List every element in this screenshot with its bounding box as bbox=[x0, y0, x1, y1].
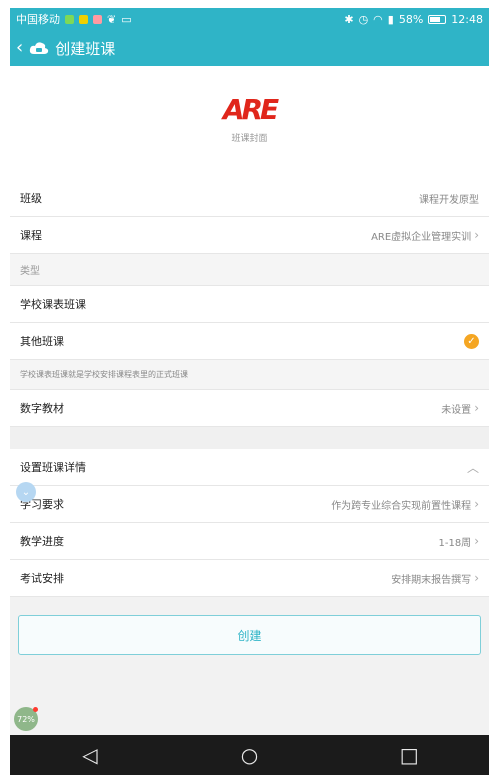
course-row[interactable]: 课程 ARE虚拟企业管理实训 › bbox=[10, 217, 489, 254]
study-requirement-row[interactable]: 学习要求 作为跨专业综合实现前置性课程 › bbox=[10, 486, 489, 523]
teaching-progress-label: 教学进度 bbox=[20, 535, 64, 548]
study-requirement-value: 作为跨专业综合实现前置性课程 bbox=[331, 500, 472, 512]
details-header: 设置班课详情 bbox=[20, 461, 86, 474]
chevron-right-icon: › bbox=[474, 497, 479, 511]
type-note: 学校课表班课就是学校安排课程表里的正式班课 bbox=[10, 360, 489, 390]
type-section-header: 类型 bbox=[10, 254, 489, 286]
teaching-progress-value: 1-18周 bbox=[438, 537, 472, 549]
wifi-icon: ◠ bbox=[373, 12, 383, 26]
bird-notification-icon: ❦ bbox=[107, 12, 117, 26]
page-title: 创建班课 bbox=[55, 39, 116, 58]
type-option-label: 学校课表班课 bbox=[20, 298, 86, 311]
battery-icon bbox=[428, 14, 447, 24]
textbook-value: 未设置 bbox=[441, 404, 472, 416]
class-label: 班级 bbox=[20, 192, 42, 205]
red-dot-icon bbox=[33, 707, 38, 712]
system-nav-bar: ◁ ○ □ bbox=[10, 735, 489, 775]
back-chevron-icon[interactable]: ‹ bbox=[16, 39, 23, 57]
check-icon: ✓ bbox=[464, 333, 479, 349]
app-frame: 中国移动 ❦ ▭ ✱ ◷ ◠ ▮ 58% 12:48 ‹ 创建班课 ARE 班课… bbox=[10, 8, 489, 775]
class-cover[interactable]: ARE 班课封面 bbox=[10, 66, 489, 180]
wechat-notification-icon bbox=[65, 14, 74, 24]
textbook-row[interactable]: 数字教材 未设置 › bbox=[10, 390, 489, 427]
alarm-icon: ◷ bbox=[358, 12, 369, 26]
class-value: 课程开发原型 bbox=[419, 194, 479, 206]
exam-arrangement-label: 考试安排 bbox=[20, 572, 64, 585]
type-option-school[interactable]: 学校课表班课 bbox=[10, 286, 489, 323]
section-gap bbox=[10, 427, 489, 449]
chevron-right-icon: › bbox=[474, 401, 479, 415]
details-header-row[interactable]: 设置班课详情 ︿ bbox=[10, 449, 489, 486]
bluetooth-icon: ✱ bbox=[344, 12, 354, 26]
exam-arrangement-value: 安排期末报告撰写 bbox=[391, 574, 472, 586]
chevron-right-icon: › bbox=[474, 228, 479, 242]
app-notification-icon bbox=[79, 14, 88, 24]
chevron-right-icon: › bbox=[474, 534, 479, 548]
cover-logo: ARE bbox=[223, 90, 279, 128]
image-notification-icon: ▭ bbox=[121, 12, 132, 26]
chevron-up-icon: ︿ bbox=[466, 460, 479, 475]
battery-percent: 58% bbox=[398, 12, 424, 26]
status-bar: 中国移动 ❦ ▭ ✱ ◷ ◠ ▮ 58% 12:48 bbox=[10, 8, 489, 30]
nav-home-icon[interactable]: ○ bbox=[219, 743, 279, 767]
class-row[interactable]: 班级 课程开发原型 bbox=[10, 180, 489, 217]
carrier-label: 中国移动 bbox=[16, 13, 60, 26]
cloud-class-icon bbox=[30, 42, 49, 54]
message-notification-icon bbox=[93, 14, 102, 24]
exam-arrangement-row[interactable]: 考试安排 安排期末报告撰写 › bbox=[10, 560, 489, 597]
cover-label: 班课封面 bbox=[231, 134, 268, 144]
title-bar: ‹ 创建班课 bbox=[10, 30, 489, 66]
clock: 12:48 bbox=[451, 12, 483, 26]
nav-recents-icon[interactable]: □ bbox=[379, 743, 439, 767]
chevron-right-icon: › bbox=[474, 571, 479, 585]
type-option-label: 其他班课 bbox=[20, 335, 64, 348]
type-option-other[interactable]: 其他班课 ✓ bbox=[10, 323, 489, 360]
create-button[interactable]: 创建 bbox=[18, 615, 481, 655]
memory-percent: 72% bbox=[17, 714, 35, 724]
course-label: 课程 bbox=[20, 229, 42, 242]
floating-memory-badge[interactable]: 72% bbox=[14, 707, 38, 731]
textbook-label: 数字教材 bbox=[20, 402, 64, 415]
course-value: ARE虚拟企业管理实训 bbox=[371, 231, 472, 243]
floating-assist-icon[interactable]: ⌄ bbox=[16, 482, 36, 502]
nav-back-icon[interactable]: ◁ bbox=[60, 743, 120, 767]
teaching-progress-row[interactable]: 教学进度 1-18周 › bbox=[10, 523, 489, 560]
signal-icon: ▮ bbox=[387, 12, 394, 26]
